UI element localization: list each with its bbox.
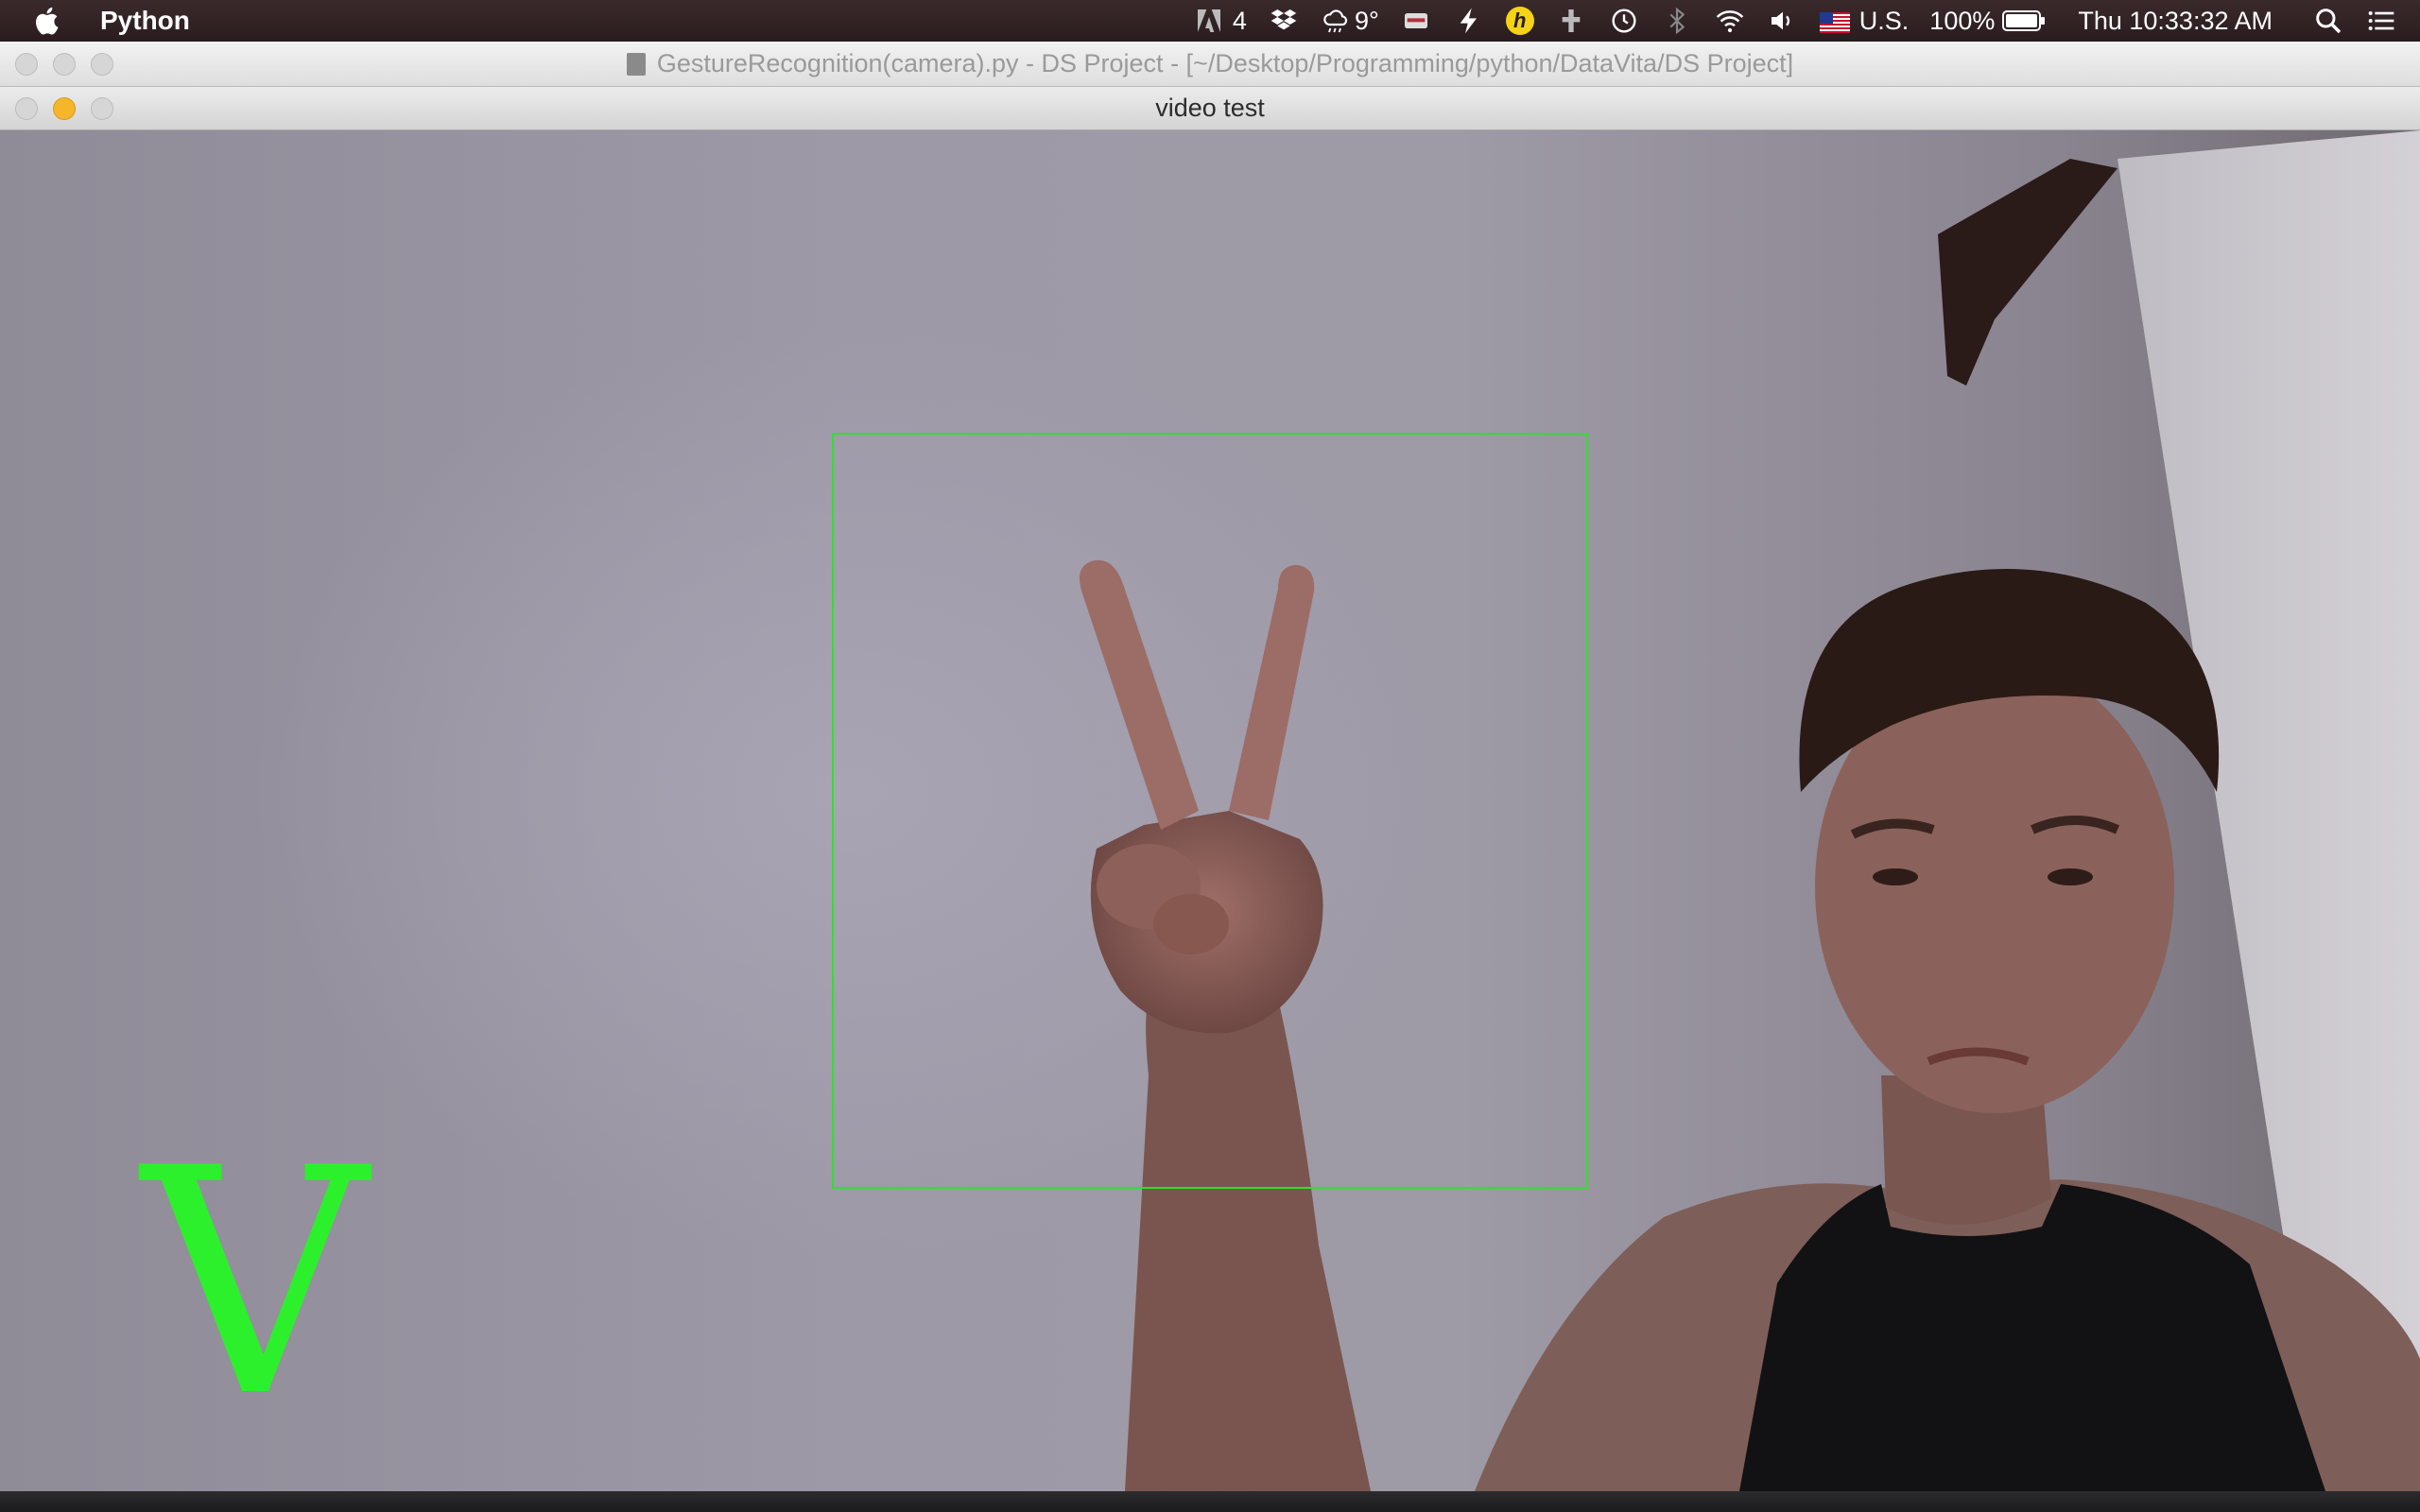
weather-temp: 9°	[1354, 6, 1379, 35]
us-flag-icon[interactable]	[1819, 10, 1850, 33]
dock-edge	[0, 1491, 2420, 1512]
ide-zoom-button[interactable]	[91, 52, 113, 76]
spotlight-icon[interactable]	[2312, 5, 2344, 37]
menu-bar: Python 4 9° h U.S. 100% Thu 10:33:32 AM	[0, 0, 2420, 42]
vpn-icon[interactable]	[1400, 5, 1432, 37]
ide-window-titlebar[interactable]: GestureRecognition(camera).py - DS Proje…	[0, 42, 2420, 87]
bluetooth-icon[interactable]	[1661, 5, 1693, 37]
battery-icon[interactable]	[2002, 5, 2046, 37]
ide-title-text: GestureRecognition(camera).py - DS Proje…	[656, 49, 1794, 77]
detected-gesture-label: V	[142, 1102, 368, 1465]
ide-close-button[interactable]	[15, 52, 38, 76]
video-window-titlebar[interactable]: video test	[0, 87, 2420, 130]
volume-icon[interactable]	[1767, 5, 1799, 37]
menu-clock[interactable]: Thu 10:33:32 AM	[2078, 7, 2273, 36]
apple-icon[interactable]	[32, 5, 64, 37]
ide-minimize-button[interactable]	[53, 52, 76, 76]
video-close-button[interactable]	[15, 96, 38, 120]
python-file-icon	[626, 52, 646, 76]
input-source-label[interactable]: U.S.	[1859, 7, 1910, 36]
status-menus: 4 9° h U.S. 100% Thu 10:33:32 AM	[1193, 5, 2397, 37]
video-window-title: video test	[1155, 94, 1265, 122]
video-window-controls	[15, 87, 113, 129]
time-machine-icon[interactable]	[1608, 5, 1640, 37]
dropbox-icon[interactable]	[1268, 5, 1300, 37]
ide-window-title: GestureRecognition(camera).py - DS Proje…	[626, 49, 1794, 78]
adobe-icon[interactable]	[1193, 5, 1225, 37]
notification-center-icon[interactable]	[2365, 5, 2397, 37]
video-zoom-button[interactable]	[91, 96, 113, 120]
wifi-icon[interactable]	[1714, 5, 1746, 37]
usb-icon[interactable]	[1555, 5, 1587, 37]
h-badge-icon[interactable]: h	[1505, 7, 1534, 35]
camera-feed: V	[0, 130, 2420, 1491]
battery-percent[interactable]: 100%	[1929, 7, 1995, 36]
flash-icon[interactable]	[1453, 5, 1485, 37]
weather-icon[interactable]	[1321, 5, 1353, 37]
ide-window-controls	[15, 42, 113, 86]
gesture-roi-box	[832, 433, 1588, 1189]
app-menu-python[interactable]: Python	[100, 6, 190, 36]
adobe-count: 4	[1232, 6, 1247, 35]
video-minimize-button[interactable]	[53, 96, 76, 120]
